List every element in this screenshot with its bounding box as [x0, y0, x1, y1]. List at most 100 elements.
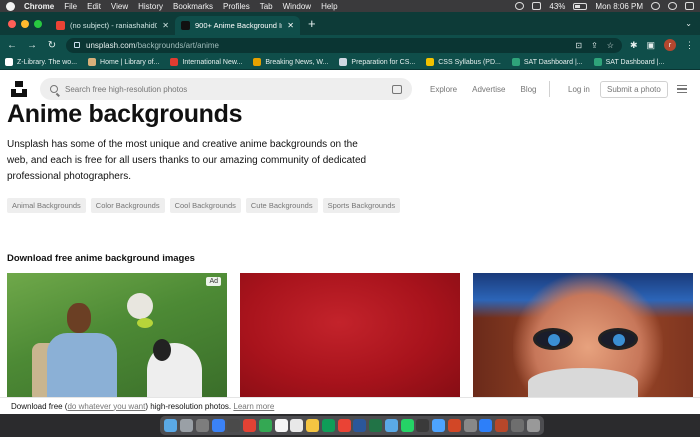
learn-more-link[interactable]: Learn more — [233, 402, 274, 411]
bookmark-item[interactable]: International New... — [170, 58, 242, 66]
menu-file[interactable]: File — [64, 2, 77, 11]
login-link[interactable]: Log in — [568, 78, 590, 100]
battery-icon[interactable] — [573, 2, 588, 10]
menu-tab[interactable]: Tab — [260, 2, 273, 11]
siri-icon[interactable] — [668, 2, 677, 10]
dock-app-icon[interactable] — [510, 419, 524, 432]
close-tab-icon[interactable]: ✕ — [287, 21, 294, 30]
dock-app-icon[interactable] — [353, 419, 367, 432]
tag-color-backgrounds[interactable]: Color Backgrounds — [90, 198, 165, 213]
menu-bookmarks[interactable]: Bookmarks — [173, 2, 213, 11]
search-icon[interactable] — [651, 2, 660, 10]
search-placeholder: Search free high-resolution photos — [65, 84, 188, 94]
photo-detail — [533, 328, 573, 350]
tab-search-icon[interactable]: ⌄ — [685, 19, 692, 28]
bookmark-item[interactable]: SAT Dashboard |... — [593, 58, 664, 66]
new-tab-button[interactable]: + — [300, 16, 324, 31]
menu-view[interactable]: View — [111, 2, 128, 11]
tag-cool-backgrounds[interactable]: Cool Backgrounds — [169, 198, 241, 213]
tag-sports-backgrounds[interactable]: Sports Backgrounds — [322, 198, 401, 213]
photo-ad-man-with-dog[interactable]: Ad — [7, 273, 227, 397]
extensions-icon[interactable]: ✱ — [630, 40, 638, 51]
tab-unsplash[interactable]: 900+ Anime Background Imag ✕ — [175, 16, 300, 35]
dock-app-icon[interactable] — [526, 419, 540, 432]
photo-anime-mural[interactable] — [473, 273, 693, 397]
dock-app-icon[interactable] — [211, 419, 225, 432]
dock-app-icon[interactable] — [195, 419, 209, 432]
nav-explore[interactable]: Explore — [430, 85, 457, 94]
dock-app-icon[interactable] — [290, 419, 304, 432]
dock-app-icon[interactable] — [321, 419, 335, 432]
dropbox-icon[interactable] — [515, 2, 525, 10]
dock-app-icon[interactable] — [180, 419, 194, 432]
zoom-window-button[interactable] — [34, 19, 42, 28]
dock-app-icon[interactable] — [495, 419, 509, 432]
tab-gmail[interactable]: (no subject) - raniashahid09@ ✕ — [50, 16, 175, 35]
bookmark-favicon-icon — [170, 58, 179, 66]
dock-app-icon[interactable] — [243, 419, 257, 432]
wifi-icon[interactable] — [532, 2, 542, 10]
menu-window[interactable]: Window — [283, 2, 311, 11]
bookmark-star-icon[interactable]: ☆ — [607, 41, 614, 50]
menu-app-name[interactable]: Chrome — [24, 2, 54, 11]
dock-app-icon[interactable] — [164, 419, 178, 432]
bookmark-item[interactable]: Home | Library of... — [88, 58, 159, 66]
forward-button[interactable]: → — [26, 40, 38, 51]
menu-edit[interactable]: Edit — [87, 2, 101, 11]
close-tab-icon[interactable]: ✕ — [162, 21, 169, 30]
browser-toolbar: ← → ↻ unsplash.com/backgrounds/art/anime… — [0, 35, 700, 55]
dock-app-icon[interactable] — [306, 419, 320, 432]
hamburger-menu-icon[interactable] — [677, 85, 687, 93]
address-bar[interactable]: unsplash.com/backgrounds/art/anime ⊡ ⇪ ☆ — [66, 37, 622, 53]
dock-app-icon[interactable] — [337, 419, 351, 432]
nav-blog[interactable]: Blog — [520, 85, 536, 94]
url-path: /backgrounds/art/anime — [135, 40, 219, 50]
photo-detail — [32, 303, 117, 397]
control-center-icon[interactable] — [685, 2, 694, 10]
url-host: unsplash.com — [86, 40, 136, 50]
gmail-icon — [56, 21, 65, 30]
dock-app-icon[interactable] — [258, 419, 272, 432]
close-window-button[interactable] — [8, 19, 16, 28]
apple-icon[interactable] — [6, 1, 15, 11]
profile-avatar[interactable]: r — [664, 39, 676, 51]
menu-clock[interactable]: Mon 8:06 PM — [595, 2, 643, 11]
unsplash-logo-icon[interactable] — [11, 81, 27, 97]
back-button[interactable]: ← — [6, 40, 18, 51]
menu-help[interactable]: Help — [321, 2, 337, 11]
visual-search-icon[interactable] — [392, 84, 402, 94]
menu-profiles[interactable]: Profiles — [223, 2, 250, 11]
bookmark-item[interactable]: Breaking News, W... — [253, 58, 328, 66]
nav-advertise[interactable]: Advertise — [472, 85, 505, 94]
license-link[interactable]: do whatever you want — [67, 402, 145, 411]
dock-app-icon[interactable] — [400, 419, 414, 432]
reload-button[interactable]: ↻ — [46, 40, 58, 51]
submit-photo-button[interactable]: Submit a photo — [600, 81, 668, 98]
search-input[interactable]: Search free high-resolution photos — [40, 78, 412, 100]
dock-app-icon[interactable] — [227, 419, 241, 432]
dock-app-icon[interactable] — [432, 419, 446, 432]
bookmark-item[interactable]: SAT Dashboard |... — [511, 58, 583, 66]
dock-app-icon[interactable] — [384, 419, 398, 432]
side-panel-icon[interactable]: ▣ — [646, 40, 655, 51]
dock-app-icon[interactable] — [416, 419, 430, 432]
bookmark-item[interactable]: CSS Syllabus (PD... — [426, 58, 501, 66]
search-icon[interactable] — [50, 85, 58, 93]
tag-cute-backgrounds[interactable]: Cute Backgrounds — [245, 198, 318, 213]
menu-history[interactable]: History — [138, 2, 163, 11]
dock-app-icon[interactable] — [274, 419, 288, 432]
share-icon[interactable]: ⇪ — [591, 41, 598, 50]
dock-app-icon[interactable] — [463, 419, 477, 432]
chrome-menu-icon[interactable]: ⋮ — [685, 40, 694, 51]
dock-app-icon[interactable] — [447, 419, 461, 432]
bookmark-label: Z-Library. The wo... — [17, 58, 78, 66]
bookmark-item[interactable]: Preparation for CS... — [339, 58, 415, 66]
bookmark-item[interactable]: Z-Library. The wo... — [5, 58, 77, 66]
dock-app-icon[interactable] — [479, 419, 493, 432]
lock-icon[interactable] — [74, 42, 80, 48]
photo-red-background[interactable] — [240, 273, 460, 397]
minimize-window-button[interactable] — [21, 19, 29, 28]
dock-app-icon[interactable] — [369, 419, 383, 432]
tag-animal-backgrounds[interactable]: Animal Backgrounds — [7, 198, 86, 213]
install-app-icon[interactable]: ⊡ — [575, 41, 582, 50]
